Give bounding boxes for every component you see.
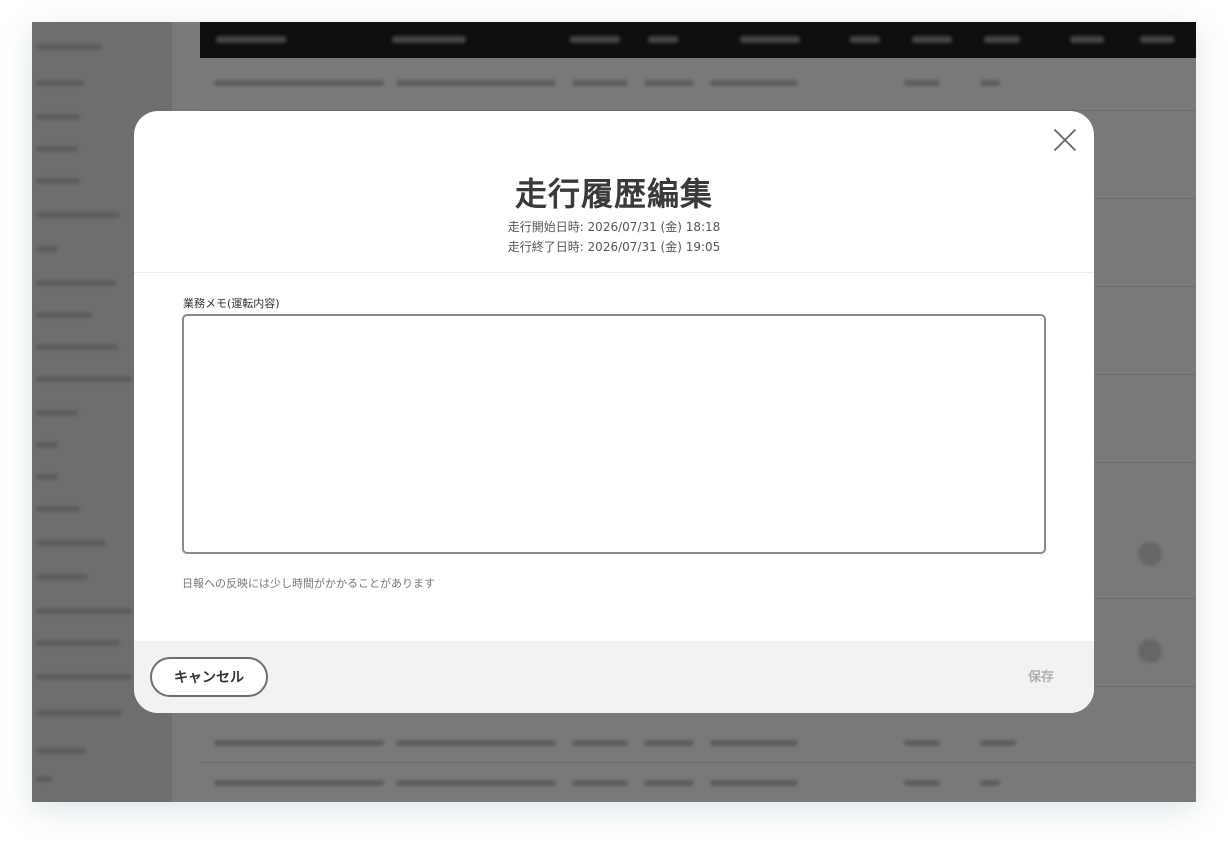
- background-row-cell: [396, 80, 556, 86]
- start-datetime: 走行開始日時: 2026/07/31 (金) 18:18: [507, 220, 721, 234]
- background-row-cell: [980, 80, 1000, 86]
- background-row-cell: [904, 740, 940, 746]
- background-row-cell: [644, 780, 694, 786]
- background-row-divider: [200, 762, 1196, 763]
- background-row-cell: [214, 780, 384, 786]
- close-icon: [1054, 129, 1076, 151]
- background-row-icon: [1138, 542, 1162, 566]
- background-row-cell: [214, 740, 384, 746]
- background-row-icon: [1138, 639, 1162, 663]
- memo-label: 業務メモ(運転内容): [183, 297, 280, 310]
- background-row-cell: [980, 740, 1016, 746]
- background-row-cell: [904, 80, 940, 86]
- background-row-cell: [980, 780, 1000, 786]
- background-row-cell: [396, 740, 556, 746]
- background-row-cell: [572, 80, 628, 86]
- header-divider: [134, 272, 1094, 273]
- save-button[interactable]: 保存: [1028, 666, 1054, 685]
- background-row-cell: [644, 740, 694, 746]
- close-button[interactable]: [1052, 127, 1078, 153]
- dialog-footer: キャンセル 保存: [134, 641, 1094, 713]
- background-row-cell: [710, 80, 798, 86]
- background-row-cell: [710, 780, 798, 786]
- background-table-header: [200, 22, 1196, 58]
- cancel-button[interactable]: キャンセル: [150, 657, 268, 697]
- background-row-cell: [644, 80, 694, 86]
- background-row-cell: [396, 780, 556, 786]
- background-row-cell: [214, 80, 384, 86]
- end-datetime: 走行終了日時: 2026/07/31 (金) 19:05: [507, 240, 721, 254]
- reflection-hint: 日報への反映には少し時間がかかることがあります: [182, 577, 435, 590]
- dialog-title: 走行履歴編集: [514, 175, 713, 213]
- background-row-cell: [904, 780, 940, 786]
- memo-textarea[interactable]: [182, 314, 1046, 554]
- edit-drive-history-dialog: 走行履歴編集 走行開始日時: 2026/07/31 (金) 18:18 走行終了…: [134, 111, 1094, 713]
- background-row-cell: [710, 740, 798, 746]
- background-row-cell: [572, 780, 628, 786]
- background-row-cell: [572, 740, 628, 746]
